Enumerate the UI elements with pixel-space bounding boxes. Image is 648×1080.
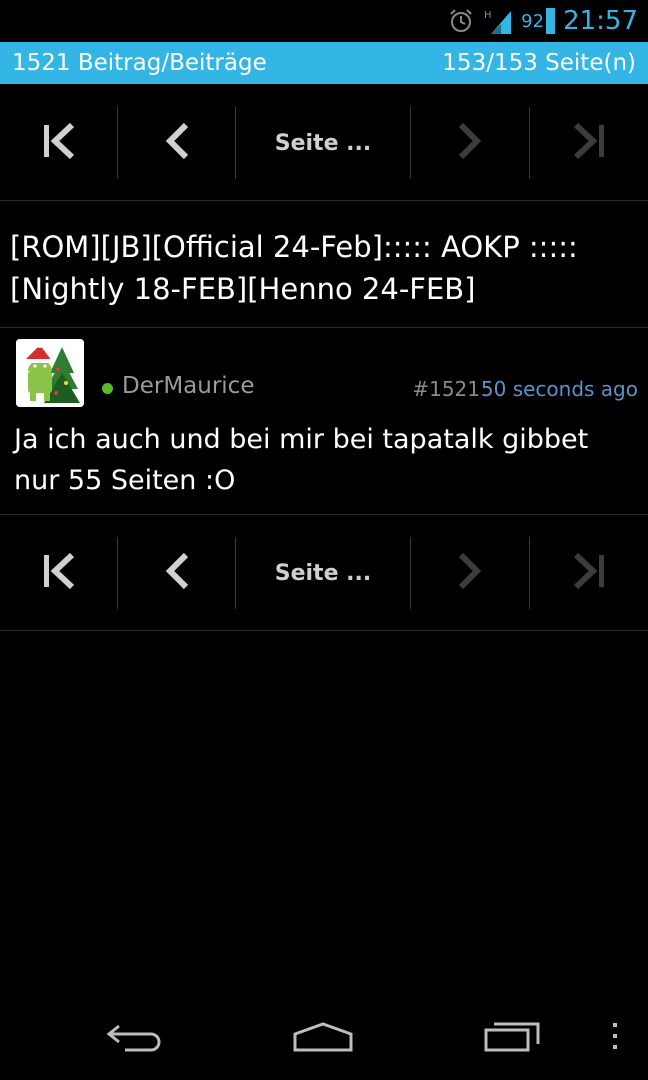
last-page-button[interactable] xyxy=(530,537,648,609)
page-select-button[interactable]: Seite ... xyxy=(236,537,410,609)
page-select-label: Seite ... xyxy=(274,130,372,156)
signal-icon: H xyxy=(483,7,513,35)
recent-apps-icon xyxy=(482,1018,544,1058)
next-page-icon xyxy=(455,551,485,595)
next-page-button[interactable] xyxy=(411,537,529,609)
overflow-menu-button[interactable] xyxy=(600,1010,630,1066)
christmas-android-icon xyxy=(16,339,84,407)
previous-page-icon xyxy=(162,551,192,595)
post-body: Ja ich auch und bei mir bei tapatalk gib… xyxy=(14,424,589,496)
last-page-icon xyxy=(572,121,606,165)
page-select-label: Seite ... xyxy=(274,560,372,586)
battery-icon: 92 xyxy=(521,8,556,34)
pagination-bottom: Seite ... xyxy=(0,515,648,631)
thread-info-bar: 1521 Beitrag/Beiträge 153/153 Seite(n) xyxy=(0,42,648,84)
thread-title: [ROM][JB][Official 24-Feb]::::: AOKP :::… xyxy=(0,202,648,328)
first-page-icon xyxy=(42,121,76,165)
post-author[interactable]: DerMaurice xyxy=(122,373,254,399)
system-navigation-bar xyxy=(0,996,648,1080)
previous-page-button[interactable] xyxy=(118,107,235,179)
home-icon xyxy=(291,1018,355,1058)
post-item[interactable]: DerMaurice #1521 50 seconds ago Ja ich a… xyxy=(0,329,648,515)
posts-count: 1521 Beitrag/Beiträge xyxy=(12,50,267,76)
next-page-icon xyxy=(455,121,485,165)
post-timestamp: 50 seconds ago xyxy=(480,377,638,401)
recent-apps-button[interactable] xyxy=(468,1010,558,1066)
overflow-menu-icon xyxy=(611,1021,619,1055)
back-button[interactable] xyxy=(90,1010,180,1066)
post-number: #1521 xyxy=(412,377,480,401)
previous-page-button[interactable] xyxy=(118,537,235,609)
home-button[interactable] xyxy=(278,1010,368,1066)
last-page-button[interactable] xyxy=(530,107,648,179)
previous-page-icon xyxy=(162,121,192,165)
next-page-button[interactable] xyxy=(411,107,529,179)
network-type-label: H xyxy=(484,10,492,21)
status-bar: H 92 21:57 xyxy=(0,0,648,42)
alarm-icon xyxy=(447,7,475,35)
last-page-icon xyxy=(572,551,606,595)
online-status-icon xyxy=(102,383,113,394)
first-page-button[interactable] xyxy=(0,107,117,179)
first-page-icon xyxy=(42,551,76,595)
back-icon xyxy=(105,1018,165,1058)
page-select-button[interactable]: Seite ... xyxy=(236,107,410,179)
pagination-top: Seite ... xyxy=(0,85,648,201)
avatar[interactable] xyxy=(16,339,84,407)
battery-level: 92 xyxy=(521,10,545,32)
clock: 21:57 xyxy=(563,6,638,36)
first-page-button[interactable] xyxy=(0,537,117,609)
page-count: 153/153 Seite(n) xyxy=(442,50,636,76)
